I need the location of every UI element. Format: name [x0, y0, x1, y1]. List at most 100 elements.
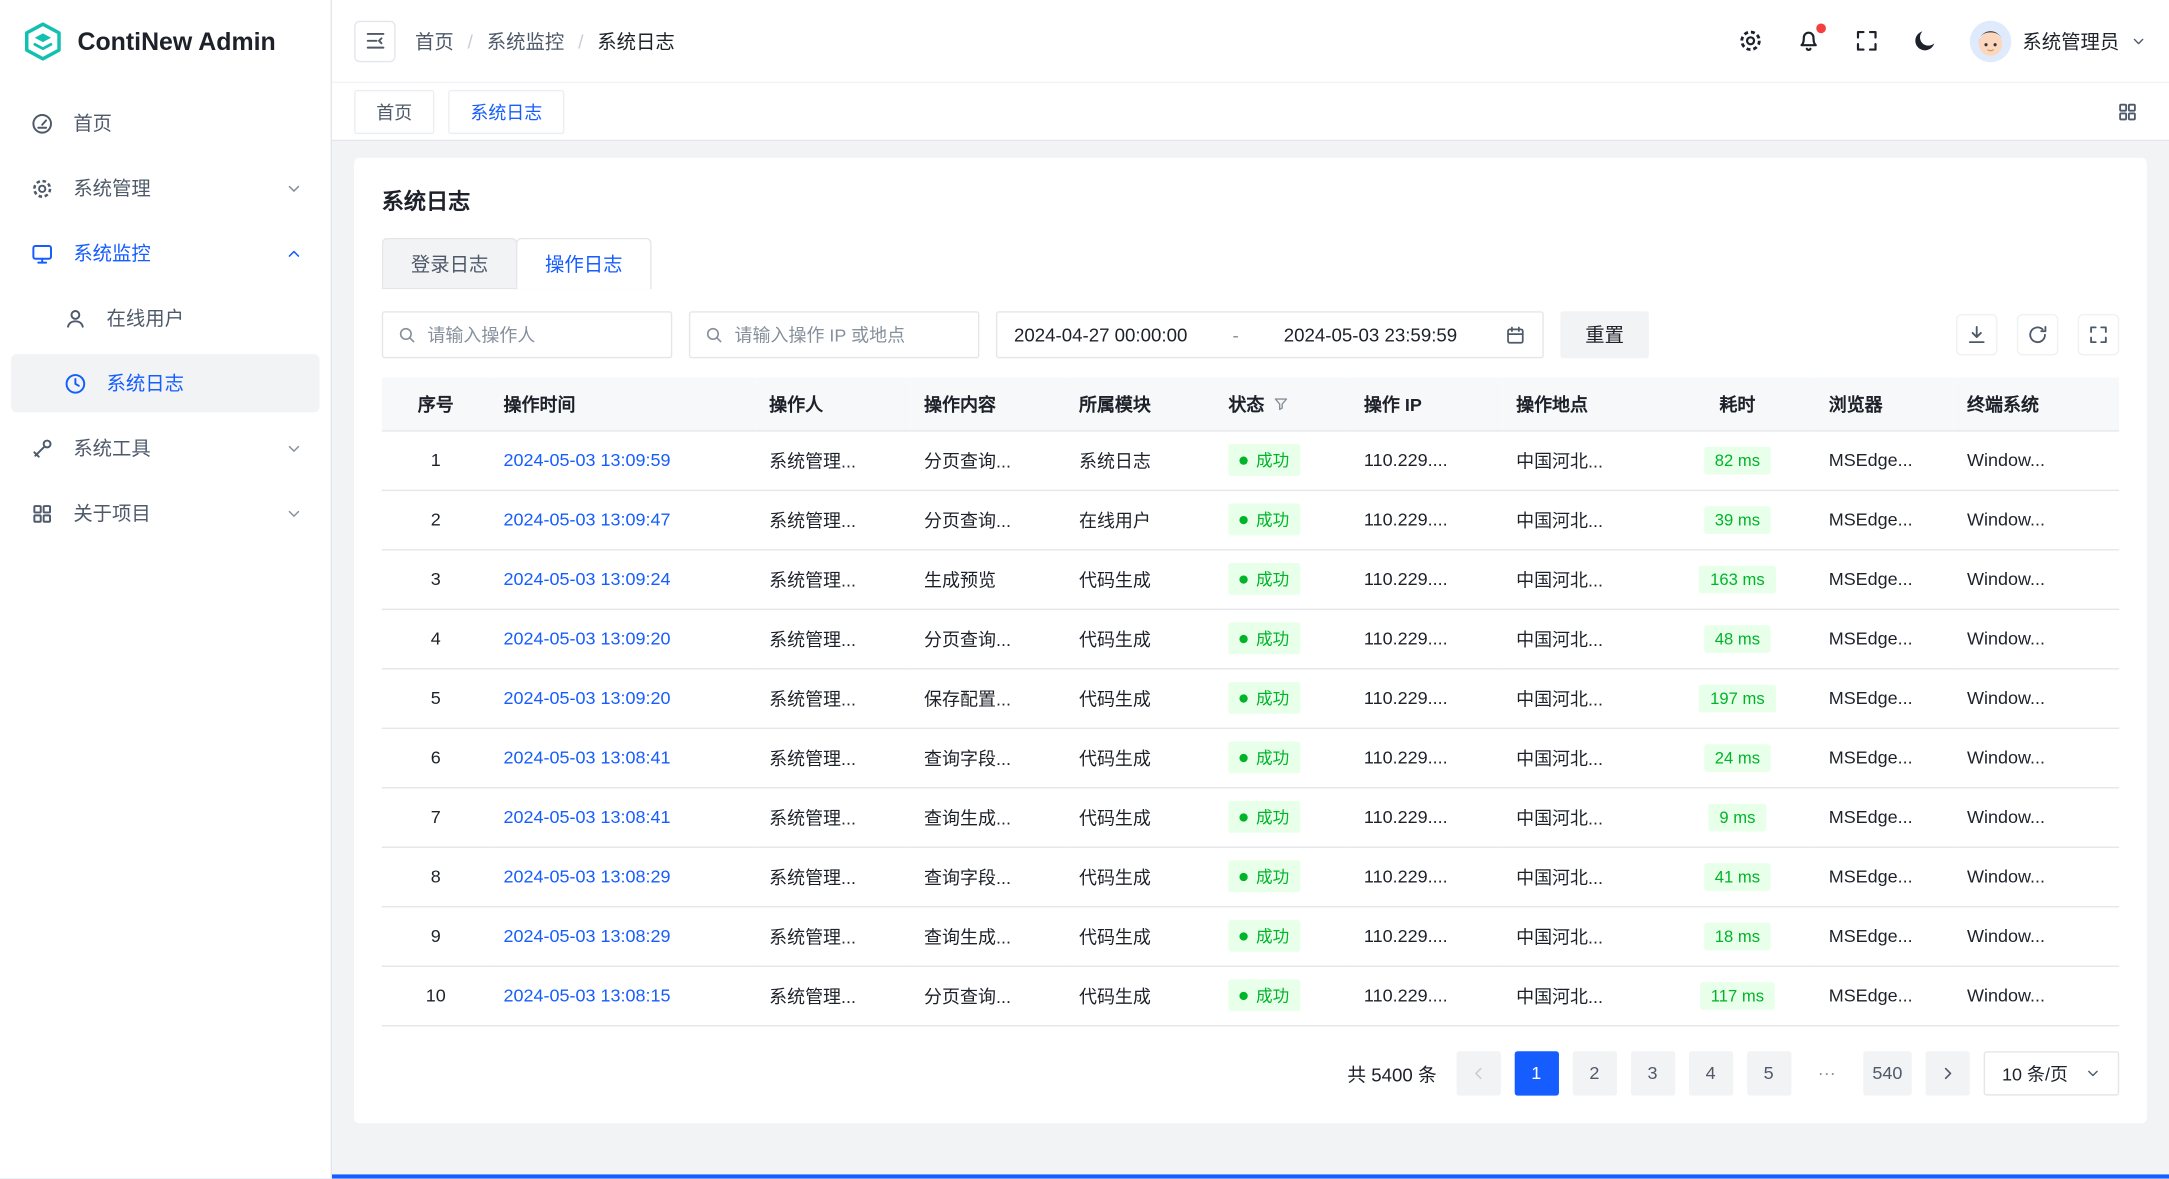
cell-index: 3: [382, 549, 490, 608]
sidebar-item-about-project[interactable]: 关于项目: [11, 484, 319, 542]
reset-button[interactable]: 重置: [1560, 311, 1649, 358]
cell-ip: 110.229....: [1350, 609, 1502, 668]
cell-ip: 110.229....: [1350, 787, 1502, 846]
cell-module: 代码生成: [1065, 906, 1214, 965]
operator-search-input[interactable]: [427, 324, 657, 345]
cell-duration: 197 ms: [1660, 668, 1815, 727]
time-link[interactable]: 2024-05-03 13:09:47: [504, 509, 671, 530]
sidebar-item-home[interactable]: 首页: [11, 94, 319, 152]
pagination-ellipsis[interactable]: ···: [1805, 1051, 1849, 1095]
user-menu[interactable]: 系统管理员: [1970, 20, 2147, 61]
breadcrumb: 首页 / 系统监控 / 系统日志: [415, 27, 675, 55]
page-size-select[interactable]: 10 条/页: [1984, 1051, 2119, 1095]
tab-system-log[interactable]: 系统日志: [448, 89, 564, 133]
chevron-left-icon: [1469, 1063, 1488, 1082]
header-actions: 系统管理员: [1737, 20, 2146, 61]
page-540-button[interactable]: 540: [1863, 1051, 1912, 1095]
time-link[interactable]: 2024-05-03 13:08:41: [504, 747, 671, 768]
sidebar-item-system-monitor[interactable]: 系统监控: [11, 224, 319, 282]
cell-operator: 系统管理...: [755, 490, 910, 549]
next-page-button[interactable]: [1926, 1051, 1970, 1095]
time-link[interactable]: 2024-05-03 13:08:41: [504, 806, 671, 827]
refresh-button[interactable]: [2017, 314, 2058, 355]
tab-operation-log[interactable]: 操作日志: [516, 238, 652, 288]
time-link[interactable]: 2024-05-03 13:08:29: [504, 925, 671, 946]
table-fullscreen-button[interactable]: [2078, 314, 2119, 355]
cell-ip: 110.229....: [1350, 668, 1502, 727]
prev-page-button[interactable]: [1456, 1051, 1500, 1095]
col-location: 操作地点: [1502, 378, 1660, 431]
page-5-button[interactable]: 5: [1747, 1051, 1791, 1095]
cell-operator: 系统管理...: [755, 430, 910, 489]
table-row: 22024-05-03 13:09:47系统管理...分页查询...在线用户成功…: [382, 490, 2119, 549]
cell-ip: 110.229....: [1350, 430, 1502, 489]
col-status: 状态: [1215, 378, 1351, 431]
time-link[interactable]: 2024-05-03 13:09:20: [504, 687, 671, 708]
avatar-image: [1970, 20, 2011, 61]
ip-search-input[interactable]: [735, 324, 965, 345]
status-text: 成功: [1256, 746, 1289, 770]
chevron-down-icon: [285, 439, 303, 457]
time-link[interactable]: 2024-05-03 13:08:15: [504, 985, 671, 1006]
table-row: 32024-05-03 13:09:24系统管理...生成预览代码生成成功110…: [382, 549, 2119, 608]
sidebar-collapse-button[interactable]: [354, 20, 395, 61]
download-button[interactable]: [1956, 314, 1997, 355]
date-range-picker[interactable]: 2024-04-27 00:00:00 - 2024-05-03 23:59:5…: [996, 311, 1544, 358]
tab-login-log[interactable]: 登录日志: [382, 238, 518, 288]
gear-icon: [30, 176, 54, 200]
status-dot-icon: [1239, 634, 1247, 642]
status-badge: 成功: [1228, 444, 1300, 476]
breadcrumb-system-monitor[interactable]: 系统监控: [487, 27, 564, 55]
header: 首页 / 系统监控 / 系统日志: [332, 0, 2169, 83]
cell-index: 5: [382, 668, 490, 727]
page-3-button[interactable]: 3: [1630, 1051, 1674, 1095]
settings-button[interactable]: [1737, 28, 1763, 54]
time-link[interactable]: 2024-05-03 13:09:20: [504, 628, 671, 649]
app-logo[interactable]: ContiNew Admin: [0, 0, 331, 83]
tab-actions-button[interactable]: [2108, 92, 2147, 131]
cell-duration: 18 ms: [1660, 906, 1815, 965]
download-icon: [1966, 324, 1988, 346]
time-link[interactable]: 2024-05-03 13:08:29: [504, 866, 671, 887]
cell-module: 在线用户: [1065, 490, 1214, 549]
date-range-separator: -: [1221, 324, 1249, 345]
header-fullscreen-button[interactable]: [1854, 28, 1880, 54]
app-root: ContiNew Admin 首页 系统管理 系统监控 在线用户: [0, 0, 2169, 1179]
theme-toggle-button[interactable]: [1912, 28, 1938, 54]
time-link[interactable]: 2024-05-03 13:09:24: [504, 569, 671, 590]
cell-browser: MSEdge...: [1815, 847, 1953, 906]
page-2-button[interactable]: 2: [1572, 1051, 1616, 1095]
time-link[interactable]: 2024-05-03 13:09:59: [504, 450, 671, 471]
cell-status: 成功: [1215, 728, 1351, 787]
cell-ip: 110.229....: [1350, 549, 1502, 608]
sidebar-item-system-tools[interactable]: 系统工具: [11, 419, 319, 477]
log-table-body: 12024-05-03 13:09:59系统管理...分页查询...系统日志成功…: [382, 430, 2119, 1025]
status-badge: 成功: [1228, 563, 1300, 595]
cell-status: 成功: [1215, 668, 1351, 727]
cell-location: 中国河北...: [1502, 847, 1660, 906]
cell-index: 4: [382, 609, 490, 668]
table-toolbar-icons: [1956, 314, 2119, 355]
sidebar-menu: 首页 系统管理 系统监控 在线用户 系统日志 系统工具: [0, 83, 331, 549]
notifications-button[interactable]: [1796, 28, 1822, 54]
chevron-down-icon: [2130, 33, 2147, 50]
dashboard-icon: [30, 111, 54, 135]
page-1-button[interactable]: 1: [1514, 1051, 1558, 1095]
operator-search-field: [382, 311, 672, 358]
avatar: [1970, 20, 2011, 61]
sidebar-item-label: 在线用户: [107, 304, 184, 332]
tab-home[interactable]: 首页: [354, 89, 434, 133]
cell-index: 7: [382, 787, 490, 846]
filter-icon[interactable]: [1273, 395, 1290, 412]
table-row: 102024-05-03 13:08:15系统管理...分页查询...代码生成成…: [382, 966, 2119, 1025]
cell-browser: MSEdge...: [1815, 609, 1953, 668]
sidebar-item-system-log[interactable]: 系统日志: [11, 354, 319, 412]
cell-duration: 117 ms: [1660, 966, 1815, 1025]
sidebar-item-label: 首页: [73, 109, 112, 137]
status-badge: 成功: [1228, 622, 1300, 654]
sidebar-item-online-users[interactable]: 在线用户: [11, 289, 319, 347]
page-4-button[interactable]: 4: [1688, 1051, 1732, 1095]
sidebar-item-system-management[interactable]: 系统管理: [11, 159, 319, 217]
apps-icon: [30, 501, 54, 525]
breadcrumb-home[interactable]: 首页: [415, 27, 454, 55]
